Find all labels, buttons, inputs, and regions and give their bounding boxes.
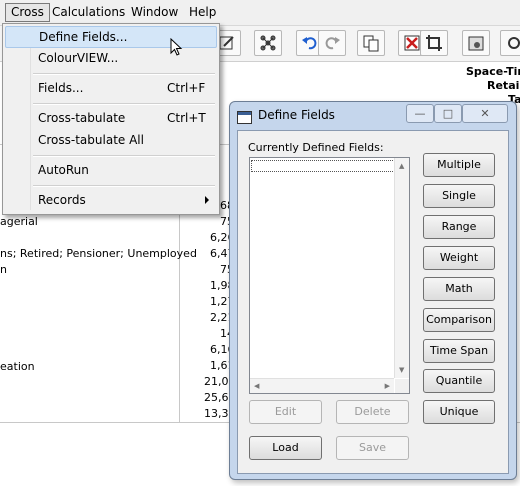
list-item[interactable] xyxy=(251,160,397,172)
menu-separator xyxy=(33,155,215,157)
menu-item-label: Define Fields... xyxy=(39,30,128,44)
dialog-title: Define Fields xyxy=(258,108,335,122)
close-icon: ✕ xyxy=(480,107,490,120)
menu-separator xyxy=(33,185,215,187)
settings-icon xyxy=(508,37,520,49)
scroll-right-icon[interactable]: ▶ xyxy=(385,382,390,390)
multiple-button[interactable]: Multiple xyxy=(423,153,495,177)
minimize-button[interactable]: — xyxy=(406,104,434,123)
category-label: eation xyxy=(0,360,35,373)
menu-cross[interactable]: Cross xyxy=(5,3,50,22)
category-label: agerial xyxy=(0,215,38,228)
menu-item-records[interactable]: Records xyxy=(5,190,215,210)
close-button[interactable]: ✕ xyxy=(462,104,508,123)
maximize-icon: □ xyxy=(442,107,454,120)
scrollbar-corner xyxy=(395,379,409,393)
time-span-button[interactable]: Time Span xyxy=(423,339,495,363)
menu-item-label: Cross-tabulate All xyxy=(38,133,144,147)
settings-button[interactable] xyxy=(500,30,520,56)
report-header: Retail xyxy=(487,79,520,92)
menu-item-label: AutoRun xyxy=(38,163,89,177)
menu-item-fields[interactable]: Fields... Ctrl+F xyxy=(5,78,215,98)
menu-item-label: Fields... xyxy=(38,81,84,95)
menu-item-label: Cross-tabulate xyxy=(38,111,126,125)
report-header: Space-Tim xyxy=(466,65,520,78)
redo-button[interactable] xyxy=(318,30,346,56)
category-label: ns; Retired; Pensioner; Unemployed xyxy=(0,247,197,260)
edit-icon xyxy=(219,36,234,50)
window-icon xyxy=(237,111,252,124)
horizontal-scrollbar[interactable]: ◀ ▶ xyxy=(250,378,394,393)
scroll-left-icon[interactable]: ◀ xyxy=(254,382,259,390)
defined-fields-label: Currently Defined Fields: xyxy=(248,141,384,154)
load-button[interactable]: Load xyxy=(249,436,322,460)
submenu-arrow-icon xyxy=(205,196,209,204)
menu-item-cross-tabulate[interactable]: Cross-tabulate Ctrl+T xyxy=(5,108,215,128)
edit-button[interactable]: Edit xyxy=(249,400,322,424)
record-button[interactable] xyxy=(462,30,490,56)
menu-window[interactable]: Window xyxy=(126,4,183,21)
menu-item-label: ColourVIEW... xyxy=(38,51,119,65)
delete-button[interactable]: Delete xyxy=(336,400,409,424)
copy-icon xyxy=(363,35,379,52)
menu-help[interactable]: Help xyxy=(184,4,221,21)
scroll-up-icon[interactable]: ▲ xyxy=(399,162,404,170)
redo-icon xyxy=(325,37,340,50)
menu-separator xyxy=(33,73,215,75)
network-button[interactable] xyxy=(254,30,282,56)
menu-item-shortcut: Ctrl+F xyxy=(167,81,206,95)
math-button[interactable]: Math xyxy=(423,277,495,301)
maximize-button[interactable]: □ xyxy=(434,104,462,123)
define-fields-dialog: Define Fields — □ ✕ Currently Defined Fi… xyxy=(229,101,517,480)
menu-item-label: Records xyxy=(38,193,86,207)
category-label: n xyxy=(0,263,7,276)
delete-icon xyxy=(404,35,420,51)
single-button[interactable]: Single xyxy=(423,184,495,208)
undo-icon xyxy=(302,37,317,50)
menu-item-cross-tabulate-all[interactable]: Cross-tabulate All xyxy=(5,130,215,150)
save-button[interactable]: Save xyxy=(336,436,409,460)
comparison-button[interactable]: Comparison xyxy=(423,308,495,332)
crop-button[interactable] xyxy=(420,30,448,56)
weight-button[interactable]: Weight xyxy=(423,246,495,270)
crop-icon xyxy=(426,35,442,51)
cross-menu: Define Fields... ColourVIEW... Fields...… xyxy=(2,23,220,215)
menu-separator xyxy=(33,103,215,105)
menu-item-shortcut: Ctrl+T xyxy=(167,111,206,125)
minimize-icon: — xyxy=(414,107,426,120)
defined-fields-list[interactable]: ▲ ▼ ◀ ▶ xyxy=(249,157,410,394)
menu-item-autorun[interactable]: AutoRun xyxy=(5,160,215,180)
menu-calculations[interactable]: Calculations xyxy=(47,4,130,21)
vertical-scrollbar[interactable]: ▲ ▼ xyxy=(394,158,409,378)
mouse-pointer-icon xyxy=(170,38,183,56)
unique-button[interactable]: Unique xyxy=(423,400,495,424)
menu-item-define-fields[interactable]: Define Fields... xyxy=(5,26,217,48)
range-button[interactable]: Range xyxy=(423,215,495,239)
dialog-body: Currently Defined Fields: ▲ ▼ ◀ ▶ Multip… xyxy=(237,130,509,474)
scroll-down-icon[interactable]: ▼ xyxy=(399,366,404,374)
quantile-button[interactable]: Quantile xyxy=(423,369,495,393)
record-icon xyxy=(468,36,484,51)
copy-button[interactable] xyxy=(357,30,385,56)
network-icon xyxy=(260,35,276,51)
